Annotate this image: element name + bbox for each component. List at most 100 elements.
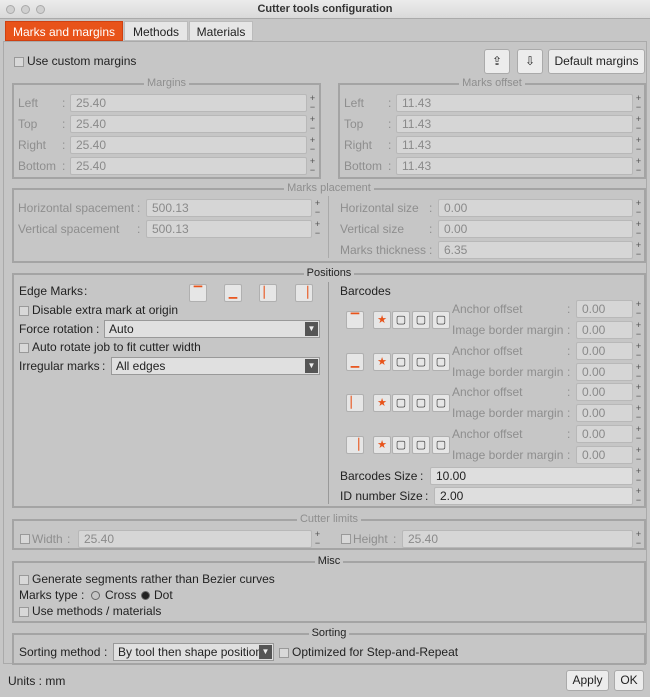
- star-icon[interactable]: ★: [373, 435, 391, 454]
- anchor-offset-input[interactable]: 0.00: [576, 424, 633, 443]
- star-icon[interactable]: ★: [373, 394, 391, 412]
- anchor-position-icon[interactable]: ▢: [412, 352, 430, 371]
- anchor-offset-spinner[interactable]: + −: [634, 424, 643, 443]
- marks-offset-spinner[interactable]: + −: [634, 94, 643, 112]
- irregular-marks-select[interactable]: All edges ▼: [111, 357, 320, 375]
- edge-mark-bottom-icon[interactable]: ▁: [224, 284, 242, 302]
- width-spinner[interactable]: + −: [313, 530, 322, 548]
- apply-button[interactable]: Apply: [566, 670, 609, 691]
- image-border-margin-spinner[interactable]: + −: [634, 404, 643, 422]
- barcode-edge-icon[interactable]: ▔: [346, 311, 364, 329]
- marks-offset-input[interactable]: 11.43: [396, 115, 633, 133]
- placement-input[interactable]: 0.00: [438, 199, 633, 217]
- image-border-margin-spinner[interactable]: + −: [634, 321, 643, 339]
- placement-spinner[interactable]: + −: [634, 220, 643, 238]
- margin-spinner[interactable]: + −: [308, 136, 317, 154]
- anchor-position-icon[interactable]: ▢: [392, 435, 410, 454]
- anchor-offset-input[interactable]: 0.00: [576, 383, 633, 401]
- anchor-position-icon[interactable]: ▢: [432, 435, 450, 454]
- anchor-offset-spinner[interactable]: + −: [634, 341, 643, 360]
- star-icon[interactable]: ★: [373, 352, 391, 371]
- default-margins-button[interactable]: Default margins: [548, 49, 645, 74]
- placement-input[interactable]: 6.35: [438, 241, 633, 259]
- close-window-button[interactable]: [6, 5, 15, 14]
- import-margins-button[interactable]: ⇪: [484, 49, 510, 74]
- edge-mark-right-icon[interactable]: ▕: [295, 284, 313, 302]
- barcodes-size-input[interactable]: 10.00: [430, 467, 633, 485]
- dot-radio[interactable]: [141, 591, 150, 600]
- id-number-size-input[interactable]: 2.00: [434, 487, 633, 505]
- placement-input[interactable]: 0.00: [438, 220, 633, 238]
- barcode-edge-icon[interactable]: ▏: [346, 394, 364, 412]
- tab-methods[interactable]: Methods: [124, 21, 188, 41]
- barcode-edge-icon[interactable]: ▕: [346, 435, 364, 454]
- sorting-method-select[interactable]: By tool then shape position ▼: [113, 643, 274, 661]
- anchor-position-icon[interactable]: ▢: [432, 311, 450, 329]
- ok-button[interactable]: OK: [614, 670, 644, 691]
- width-input[interactable]: 25.40: [78, 530, 312, 548]
- force-rotation-select[interactable]: Auto ▼: [104, 320, 320, 338]
- placement-spinner[interactable]: + −: [634, 199, 643, 217]
- marks-offset-input[interactable]: 11.43: [396, 136, 633, 154]
- placement-label: Vertical spacement: [18, 222, 120, 236]
- image-border-margin-input[interactable]: 0.00: [576, 445, 633, 464]
- anchor-position-icon[interactable]: ▢: [392, 352, 410, 371]
- zoom-window-button[interactable]: [36, 5, 45, 14]
- anchor-position-icon[interactable]: ▢: [432, 394, 450, 412]
- anchor-position-icon[interactable]: ▢: [412, 435, 430, 454]
- placement-spinner[interactable]: + −: [634, 241, 643, 259]
- margin-input[interactable]: 25.40: [70, 115, 307, 133]
- anchor-position-icon[interactable]: ▢: [392, 311, 410, 329]
- marks-offset-spinner[interactable]: + −: [634, 157, 643, 175]
- barcode-edge-icon[interactable]: ▁: [346, 352, 364, 371]
- tab-materials[interactable]: Materials: [189, 21, 253, 41]
- edge-mark-top-icon[interactable]: ▔: [189, 284, 207, 302]
- height-spinner[interactable]: + −: [634, 530, 643, 548]
- marks-offset-input[interactable]: 11.43: [396, 157, 633, 175]
- margin-input[interactable]: 25.40: [70, 136, 307, 154]
- anchor-position-icon[interactable]: ▢: [412, 311, 430, 329]
- image-border-margin-spinner[interactable]: + −: [634, 445, 643, 464]
- tab-marks-and-margins[interactable]: Marks and margins: [5, 21, 123, 41]
- placement-spinner[interactable]: + −: [313, 199, 322, 217]
- anchor-position-icon[interactable]: ▢: [412, 394, 430, 412]
- anchor-position-icon[interactable]: ▢: [432, 352, 450, 371]
- optimized-checkbox[interactable]: [279, 648, 289, 658]
- use-custom-margins-checkbox[interactable]: [14, 57, 24, 67]
- margin-spinner[interactable]: + −: [308, 115, 317, 133]
- generate-segments-checkbox[interactable]: [19, 575, 29, 585]
- barcodes-size-spinner[interactable]: + −: [634, 467, 643, 485]
- image-border-margin-spinner[interactable]: + −: [634, 362, 643, 381]
- marks-offset-input[interactable]: 11.43: [396, 94, 633, 112]
- margin-spinner[interactable]: + −: [308, 94, 317, 112]
- auto-rotate-checkbox[interactable]: [19, 343, 29, 353]
- anchor-offset-input[interactable]: 0.00: [576, 300, 633, 318]
- margin-input[interactable]: 25.40: [70, 94, 307, 112]
- disable-extra-mark-checkbox[interactable]: [19, 306, 29, 316]
- image-border-margin-input[interactable]: 0.00: [576, 404, 633, 422]
- edge-mark-left-icon[interactable]: ▏: [259, 284, 277, 302]
- anchor-offset-spinner[interactable]: + −: [634, 383, 643, 401]
- image-border-margin-input[interactable]: 0.00: [576, 362, 633, 381]
- image-border-margin-input[interactable]: 0.00: [576, 321, 633, 339]
- use-methods-checkbox[interactable]: [19, 607, 29, 617]
- placement-spinner[interactable]: + −: [313, 220, 322, 238]
- cross-radio[interactable]: [91, 591, 100, 600]
- marks-offset-spinner[interactable]: + −: [634, 136, 643, 154]
- height-checkbox[interactable]: [341, 534, 351, 544]
- placement-input[interactable]: 500.13: [146, 220, 312, 238]
- id-number-size-spinner[interactable]: + −: [634, 487, 643, 505]
- margin-input[interactable]: 25.40: [70, 157, 307, 175]
- margin-spinner[interactable]: + −: [308, 157, 317, 175]
- height-input[interactable]: 25.40: [402, 530, 633, 548]
- anchor-offset-input[interactable]: 0.00: [576, 341, 633, 360]
- anchor-offset-spinner[interactable]: + −: [634, 300, 643, 318]
- width-checkbox[interactable]: [20, 534, 30, 544]
- colon: :: [429, 243, 433, 257]
- minimize-window-button[interactable]: [21, 5, 30, 14]
- marks-offset-spinner[interactable]: + −: [634, 115, 643, 133]
- export-margins-button[interactable]: ⇩: [517, 49, 543, 74]
- star-icon[interactable]: ★: [373, 311, 391, 329]
- anchor-position-icon[interactable]: ▢: [392, 394, 410, 412]
- placement-input[interactable]: 500.13: [146, 199, 312, 217]
